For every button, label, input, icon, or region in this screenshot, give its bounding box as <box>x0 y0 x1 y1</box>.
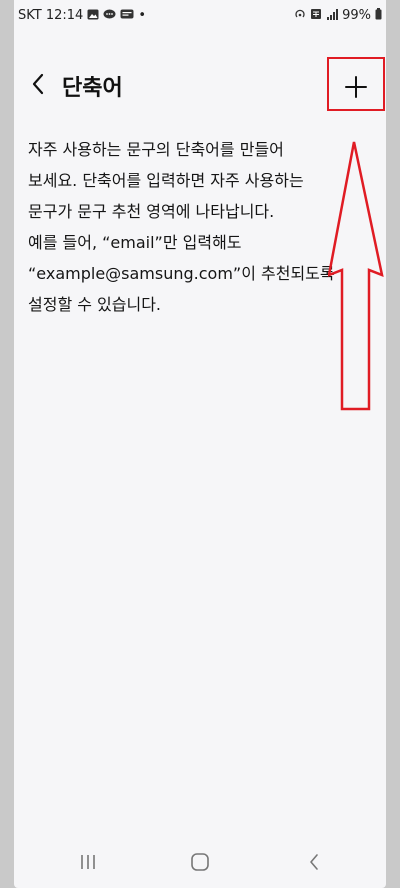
annotation-highlight-box <box>327 57 385 111</box>
description-line: 보세요. 단축어를 입력하면 자주 사용하는 <box>28 171 304 190</box>
notification-dot: • <box>138 8 146 23</box>
nav-back-button[interactable] <box>294 850 334 874</box>
gallery-notification-icon <box>87 9 99 23</box>
vowifi-icon <box>310 8 322 23</box>
chevron-left-icon <box>32 73 44 95</box>
home-icon <box>191 853 209 871</box>
phone-screen: SKT 12:14 • 99% 단축어 자주 사용하는 문구의 단축어를 만들어… <box>14 0 386 888</box>
navigation-bar <box>14 836 386 888</box>
annotation-up-arrow-icon <box>328 141 384 411</box>
status-right: 99% <box>294 8 382 23</box>
talk-notification-icon <box>120 9 134 23</box>
hotspot-icon <box>294 8 306 23</box>
status-left: SKT 12:14 • <box>18 8 146 23</box>
signal-icon <box>326 8 339 23</box>
back-icon <box>310 854 318 870</box>
description-line: 자주 사용하는 문구의 단축어를 만들어 <box>28 140 284 159</box>
description-line: 문구가 문구 추천 영역에 나타납니다. <box>28 202 275 221</box>
home-button[interactable] <box>180 850 220 874</box>
chat-notification-icon <box>103 9 116 23</box>
page-title: 단축어 <box>62 76 123 101</box>
description-line: “example@samsung.com”이 추천되도록 <box>28 264 335 283</box>
carrier-time: SKT 12:14 <box>18 8 84 23</box>
description-line: 예를 들어, “email”만 입력해도 <box>28 233 242 252</box>
battery-percentage: 99% <box>342 8 371 23</box>
shortcut-description: 자주 사용하는 문구의 단축어를 만들어 보세요. 단축어를 입력하면 자주 사… <box>28 134 378 320</box>
recents-button[interactable] <box>68 850 108 874</box>
battery-icon <box>375 8 382 23</box>
status-bar: SKT 12:14 • 99% <box>14 8 386 28</box>
description-line: 설정할 수 있습니다. <box>28 295 162 314</box>
back-button[interactable] <box>24 66 52 102</box>
recents-icon <box>81 855 95 869</box>
